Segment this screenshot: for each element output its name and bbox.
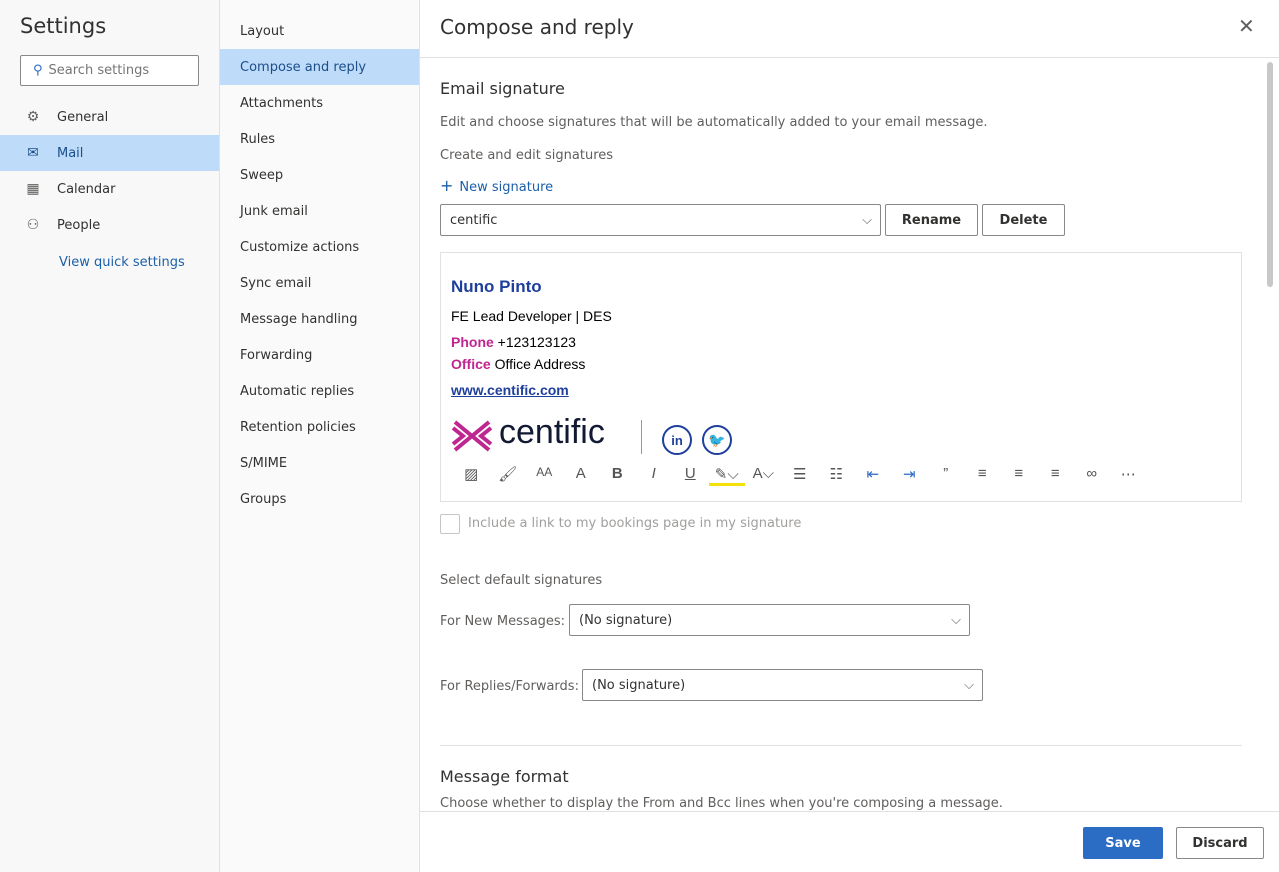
bookings-checkbox[interactable] — [440, 514, 460, 534]
bullets-icon[interactable]: ☰ — [782, 465, 819, 486]
font-color-icon[interactable]: A⌵ — [745, 465, 782, 486]
nav-label: Mail — [57, 145, 84, 161]
delete-button[interactable]: Delete — [982, 204, 1065, 236]
new-messages-value: (No signature) — [579, 612, 673, 628]
search-icon: ⚲ — [33, 63, 43, 78]
nav-label: Calendar — [57, 181, 116, 197]
mail-nav-item[interactable]: Groups — [220, 481, 419, 517]
settings-title: Settings — [20, 14, 107, 38]
email-signature-heading: Email signature — [440, 79, 565, 98]
sig-phone: Phone +123123123 — [451, 334, 576, 350]
signature-editor[interactable]: Nuno Pinto FE Lead Developer | DES Phone… — [440, 252, 1242, 502]
font-icon[interactable]: A — [563, 465, 600, 486]
search-input[interactable] — [48, 63, 179, 78]
centific-logo-icon — [451, 418, 493, 454]
signature-select[interactable]: centific ⌵ — [440, 204, 881, 236]
mail-settings-nav: Layout Compose and reply Attachments Rules S… — [220, 0, 420, 872]
sig-website-link[interactable]: www.centific.com — [451, 382, 569, 398]
quote-icon[interactable]: ” — [928, 465, 965, 486]
nav-label: People — [57, 217, 101, 233]
mail-icon: ✉ — [27, 145, 39, 161]
outdent-icon[interactable]: ⇤ — [855, 465, 892, 486]
sig-role: FE Lead Developer | DES — [451, 308, 612, 324]
indent-icon[interactable]: ⇥ — [891, 465, 928, 486]
default-signatures-heading: Select default signatures — [440, 573, 603, 588]
bookings-label: Include a link to my bookings page in my… — [468, 516, 802, 531]
nav-calendar[interactable]: ▦ Calendar — [0, 171, 219, 207]
align-right-icon[interactable]: ≡ — [1037, 465, 1074, 486]
align-center-icon[interactable]: ≡ — [1001, 465, 1038, 486]
mail-nav-item[interactable]: S/MIME — [220, 445, 419, 481]
new-signature-button[interactable]: + New signature — [440, 176, 553, 195]
mail-nav-item[interactable]: Junk email — [220, 193, 419, 229]
rename-button[interactable]: Rename — [885, 204, 978, 236]
plus-icon: + — [440, 176, 454, 195]
message-format-heading: Message format — [440, 767, 569, 786]
email-signature-desc: Edit and choose signatures that will be … — [440, 115, 988, 130]
format-painter-icon[interactable]: 🖌 — [490, 465, 527, 486]
align-left-icon[interactable]: ≡ — [964, 465, 1001, 486]
view-quick-settings-link[interactable]: View quick settings — [59, 255, 185, 270]
replies-label: For Replies/Forwards: — [440, 679, 579, 694]
link-icon[interactable]: ∞ — [1074, 465, 1111, 486]
numbering-icon[interactable]: ☷ — [818, 465, 855, 486]
mail-nav-item[interactable]: Automatic replies — [220, 373, 419, 409]
message-format-desc: Choose whether to display the From and B… — [440, 796, 1003, 811]
footer: Save Discard — [420, 811, 1279, 872]
chevron-down-icon: ⌵ — [862, 212, 872, 228]
gear-icon: ⚙ — [26, 109, 40, 125]
highlight-icon[interactable]: ✎⌵ — [708, 465, 745, 486]
bold-icon[interactable]: B — [599, 465, 636, 486]
chevron-down-icon: ⌵ — [951, 612, 961, 628]
mail-nav-item[interactable]: Compose and reply — [220, 49, 419, 85]
mail-nav-item[interactable]: Retention policies — [220, 409, 419, 445]
discard-button[interactable]: Discard — [1176, 827, 1264, 859]
twitter-icon[interactable]: 🐦 — [702, 425, 732, 455]
save-button[interactable]: Save — [1083, 827, 1163, 859]
mail-nav-item[interactable]: Message handling — [220, 301, 419, 337]
mail-nav-item[interactable]: Attachments — [220, 85, 419, 121]
underline-icon[interactable]: U — [672, 465, 709, 486]
nav-people[interactable]: ⚇ People — [0, 207, 219, 243]
people-icon: ⚇ — [26, 217, 40, 233]
page-title: Compose and reply — [440, 15, 634, 39]
create-signatures-label: Create and edit signatures — [440, 148, 614, 163]
mail-nav-item[interactable]: Sync email — [220, 265, 419, 301]
image-icon[interactable]: ▨ — [453, 465, 490, 486]
mail-nav-item[interactable]: Layout — [220, 13, 419, 49]
scrollbar[interactable] — [1267, 62, 1273, 287]
new-messages-label: For New Messages: — [440, 614, 566, 629]
selected-signature: centific — [450, 212, 498, 228]
mail-nav-item[interactable]: Rules — [220, 121, 419, 157]
calendar-icon: ▦ — [26, 181, 40, 197]
italic-icon[interactable]: I — [636, 465, 673, 486]
mail-nav-item[interactable]: Forwarding — [220, 337, 419, 373]
chevron-down-icon: ⌵ — [964, 677, 974, 693]
sig-office: Office Office Address — [451, 356, 586, 372]
more-icon[interactable]: ⋯ — [1110, 465, 1147, 486]
font-size-icon[interactable]: AA — [526, 465, 563, 486]
search-box[interactable]: ⚲ — [20, 55, 199, 86]
nav-label: General — [57, 109, 109, 125]
nav-general[interactable]: ⚙ General — [0, 99, 219, 135]
replies-value: (No signature) — [592, 677, 686, 693]
sig-name: Nuno Pinto — [451, 277, 542, 296]
mail-nav-item[interactable]: Customize actions — [220, 229, 419, 265]
linkedin-icon[interactable]: in — [662, 425, 692, 455]
replies-select[interactable]: (No signature) ⌵ — [582, 669, 983, 701]
new-messages-select[interactable]: (No signature) ⌵ — [569, 604, 970, 636]
new-signature-label: New signature — [459, 180, 554, 195]
close-icon[interactable]: ✕ — [1238, 14, 1255, 38]
logo-text: centific — [499, 413, 605, 451]
mail-nav-item[interactable]: Sweep — [220, 157, 419, 193]
settings-sidebar: Settings ⚲ ⚙ General ✉ Mail ▦ Calendar ⚇ Peo… — [0, 0, 220, 872]
format-toolbar: ▨ 🖌 AA A B I U ✎⌵ A⌵ ☰ ☷ ⇤ ⇥” ≡ ≡ ≡ ∞ ⋯ — [453, 465, 1147, 486]
nav-mail[interactable]: ✉ Mail — [0, 135, 219, 171]
